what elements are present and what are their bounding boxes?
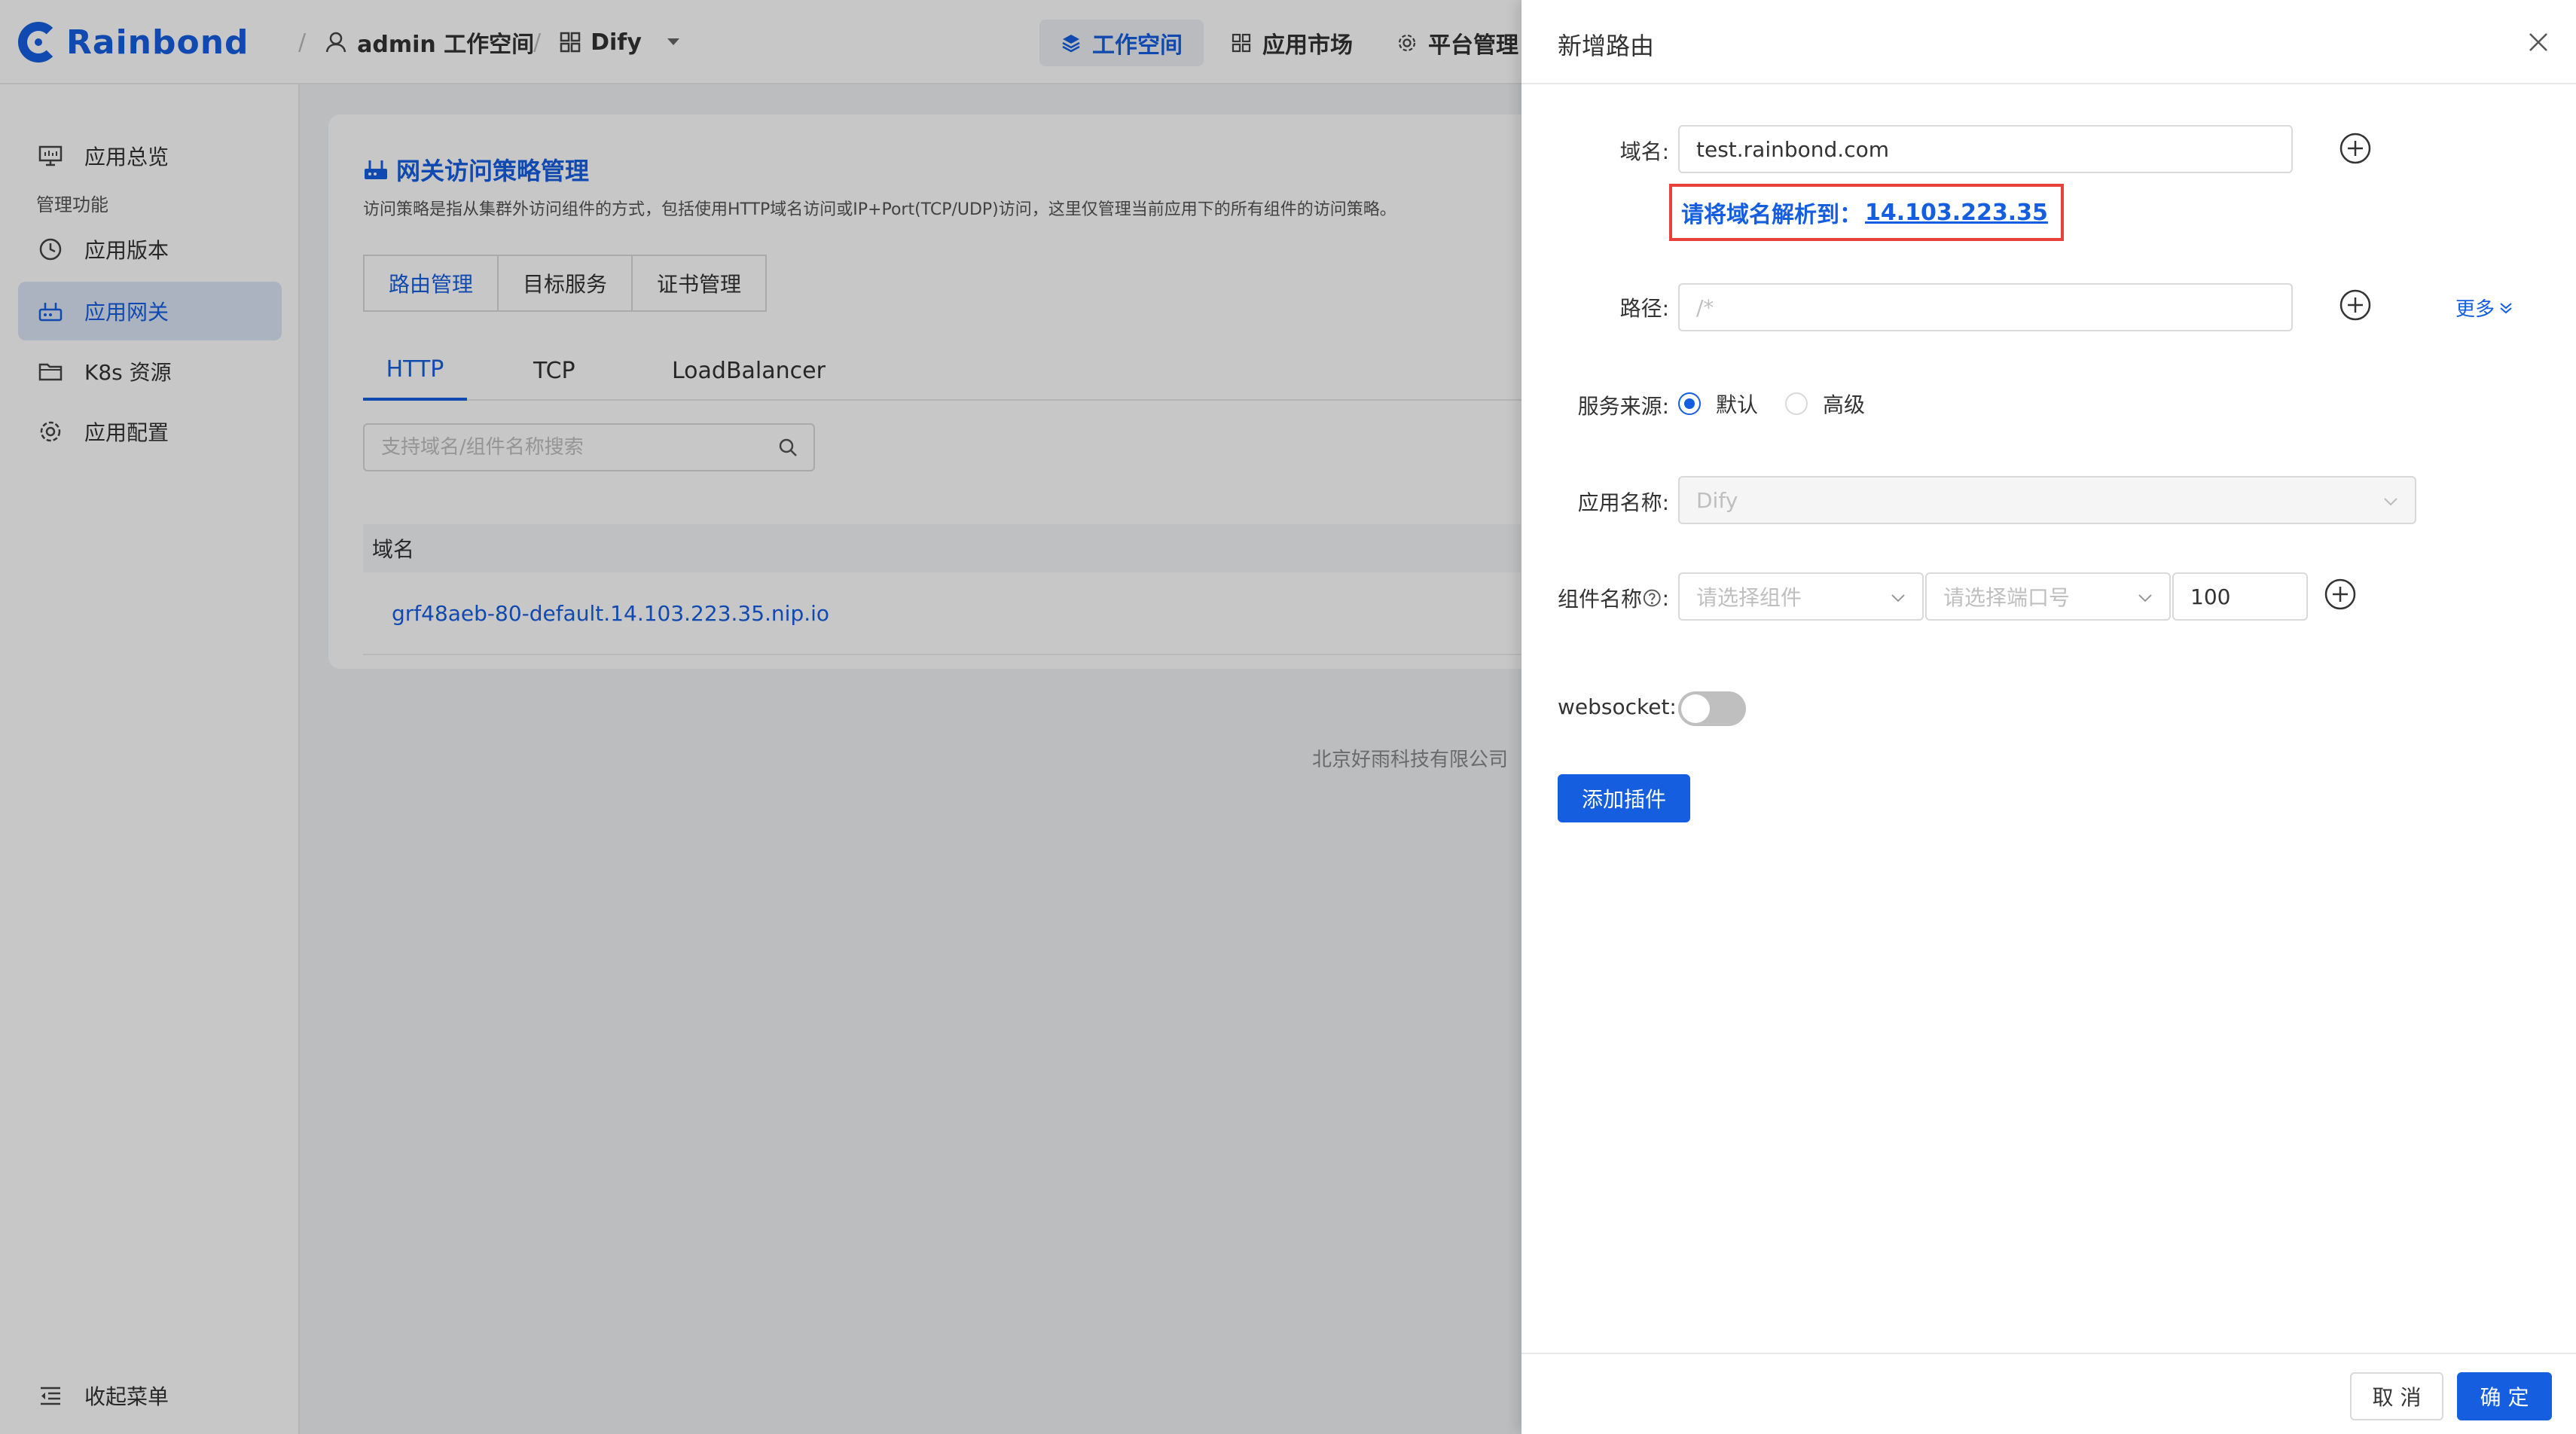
component-label: 组件名称 (1558, 587, 1643, 612)
drawer-footer-divider (1521, 1353, 2576, 1354)
double-chevron-down-icon (2500, 302, 2512, 313)
question-circle-icon[interactable] (1642, 587, 1662, 609)
websocket-toggle[interactable] (1678, 691, 1746, 726)
radio-dot (1785, 392, 1808, 415)
path-field[interactable] (1678, 283, 2293, 331)
dns-hint-ip[interactable]: 14.103.223.35 (1865, 200, 2048, 226)
close-icon[interactable] (2526, 30, 2550, 54)
add-plugin-button[interactable]: 添加插件 (1558, 774, 1690, 822)
port-select[interactable]: 请选择端口号 (1925, 572, 2171, 621)
component-label-colon: : (1662, 585, 1669, 611)
more-options-link[interactable]: 更多 (2455, 294, 2514, 322)
confirm-button[interactable]: 确 定 (2457, 1372, 2552, 1420)
source-radio-advanced[interactable]: 高级 (1785, 389, 1865, 419)
component-select[interactable]: 请选择组件 (1678, 572, 1924, 621)
domain-label: 域名: (1619, 139, 1669, 164)
drawer-header: 新增路由 (1521, 0, 2576, 84)
path-input[interactable] (1696, 294, 2291, 320)
chevron-down-icon (2138, 594, 2152, 603)
radio-dot (1678, 392, 1701, 415)
port-placeholder: 请选择端口号 (1943, 585, 2071, 610)
component-label-wrap: 组件名称 : (1558, 583, 1669, 613)
appname-label: 应用名称: (1577, 490, 1669, 515)
source-label: 服务来源: (1577, 394, 1669, 419)
source-radio-default[interactable]: 默认 (1678, 389, 1758, 419)
add-domain-icon[interactable] (2338, 131, 2373, 166)
drawer-mask[interactable] (0, 0, 1521, 1434)
domain-input[interactable] (1696, 136, 2291, 162)
path-label: 路径: (1619, 296, 1669, 321)
weight-field[interactable] (2172, 572, 2308, 621)
component-placeholder: 请选择组件 (1696, 585, 1802, 610)
appname-value: Dify (1696, 487, 1738, 513)
add-component-icon[interactable] (2323, 577, 2358, 612)
source-radio-advanced-label: 高级 (1823, 392, 1866, 417)
appname-select: Dify (1678, 476, 2416, 524)
dns-hint: 请将域名解析到： 14.103.223.35 (1669, 184, 2064, 241)
weight-input[interactable] (2190, 584, 2306, 609)
source-radio-default-label: 默认 (1716, 392, 1759, 417)
domain-field[interactable] (1678, 125, 2293, 173)
websocket-label: websocket: (1558, 694, 1677, 719)
cancel-button[interactable]: 取 消 (2350, 1372, 2443, 1420)
chevron-down-icon (2384, 498, 2397, 506)
dns-hint-text: 请将域名解析到： (1681, 202, 1862, 228)
drawer-title: 新增路由 (1558, 32, 1655, 60)
chevron-down-icon (1891, 594, 1905, 603)
more-options-label: 更多 (2455, 298, 2495, 321)
add-path-icon[interactable] (2338, 288, 2373, 322)
